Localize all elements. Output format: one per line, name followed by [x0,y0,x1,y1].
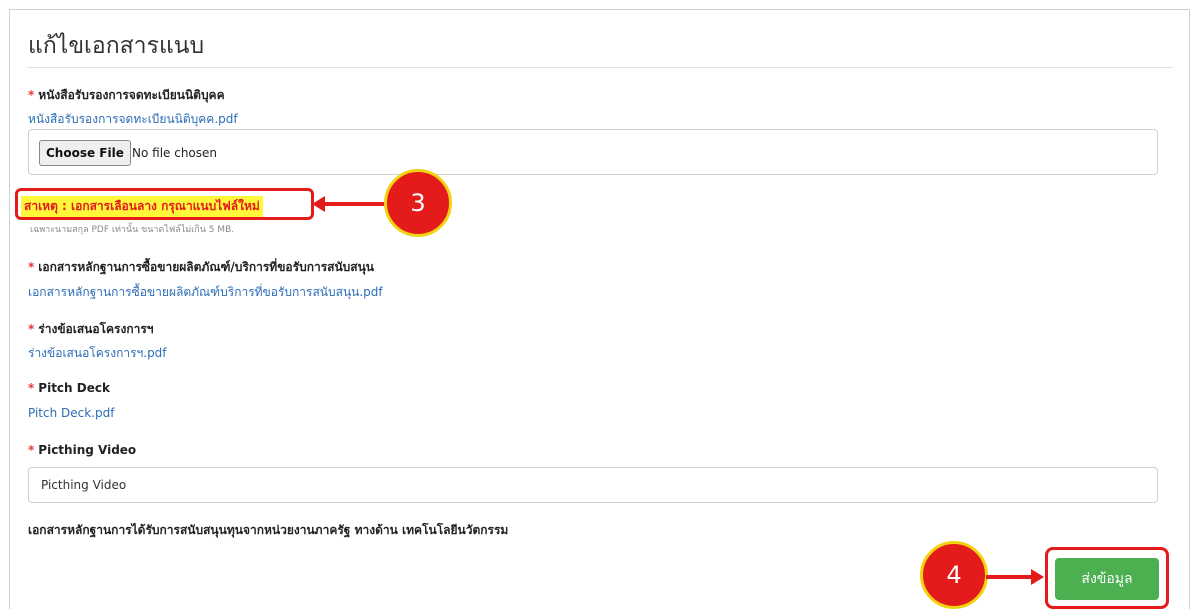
field-label-pitch-deck: * Pitch Deck [28,381,110,395]
field-label-text: หนังสือรับรองการจดทะเบียนนิติบุคค [38,88,225,102]
required-mark: * [28,322,35,336]
file-format-hint: เฉพาะนามสกุล PDF เท่านั้น ขนาดไฟล์ไม่เกิ… [30,225,235,235]
field-label-project-proposal: * ร่างข้อเสนอโครงการฯ [28,320,154,339]
field-label-text: Picthing Video [38,443,137,457]
title-divider [27,67,1173,68]
required-mark: * [28,88,35,102]
annotation-arrow-3 [322,202,386,206]
choose-file-button[interactable]: Choose File [39,140,131,166]
annotation-arrow-4 [986,575,1034,579]
field-label-government-funding-evidence: เอกสารหลักฐานการได้รับการสนับสนุนทุนจากห… [28,523,509,537]
step-4-badge: 4 [920,541,988,609]
field-label-text: Pitch Deck [38,381,110,395]
field-label-pitching-video: * Picthing Video [28,443,136,457]
required-mark: * [28,381,35,395]
pitching-video-input[interactable] [28,467,1158,503]
project-proposal-file-link[interactable]: ร่างข้อเสนอโครงการฯ.pdf [28,344,167,363]
step-3-badge: 3 [384,169,452,237]
required-mark: * [28,443,35,457]
pitch-deck-file-link[interactable]: Pitch Deck.pdf [28,406,114,420]
company-certificate-file-link[interactable]: หนังสือรับรองการจดทะเบียนนิติบุคค.pdf [28,110,238,129]
submit-button[interactable]: ส่งข้อมูล [1055,558,1159,600]
field-label-text: เอกสารหลักฐานการซื้อขายผลิตภัณฑ์/บริการท… [38,260,375,274]
sales-evidence-file-link[interactable]: เอกสารหลักฐานการซื้อขายผลิตภัณฑ์บริการที… [28,283,383,302]
no-file-chosen-text: No file chosen [132,146,218,160]
required-mark: * [28,260,35,274]
company-certificate-file-input[interactable]: Choose File No file chosen [28,129,1158,175]
field-label-sales-evidence: * เอกสารหลักฐานการซื้อขายผลิตภัณฑ์/บริการ… [28,258,374,277]
annotation-arrow-head-right [1031,569,1044,585]
submit-button-highlight: ส่งข้อมูล [1045,547,1169,609]
rejection-note: สาเหตุ : เอกสารเลือนลาง กรุณาแนบไฟล์ใหม่ [21,196,263,217]
page-title: แก้ไขเอกสารแนบ [28,33,205,59]
rejection-note-highlight: สาเหตุ : เอกสารเลือนลาง กรุณาแนบไฟล์ใหม่ [15,188,314,220]
field-label-text: ร่างข้อเสนอโครงการฯ [38,322,154,336]
field-label-company-certificate: * หนังสือรับรองการจดทะเบียนนิติบุคค [28,86,225,105]
